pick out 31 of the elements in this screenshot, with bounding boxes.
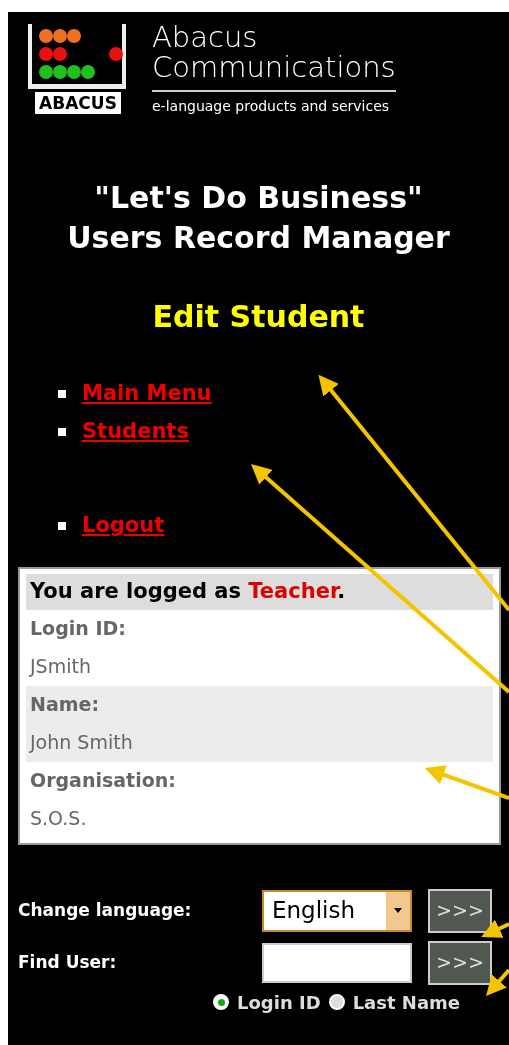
logged-in-text: You are logged as Teacher.	[26, 574, 493, 610]
field-label: Name:	[30, 692, 99, 718]
logo-wordmark: ABACUS	[35, 92, 121, 114]
language-dropdown[interactable]: English	[262, 889, 412, 932]
field-value: S.O.S.	[30, 806, 87, 832]
annotation-arrow	[481, 919, 509, 938]
radio-button[interactable]	[328, 994, 345, 1010]
company-name: Abacus Communications	[152, 22, 396, 82]
dropdown-arrow-icon	[394, 908, 402, 913]
app-title: "Let's Do Business" Users Record Manager	[66, 179, 451, 257]
find-user-label: Find User:	[18, 950, 117, 974]
page-heading: Edit Student	[151, 298, 366, 336]
bullet-icon	[58, 428, 66, 436]
tagline: e-language products and services	[152, 90, 396, 117]
menu-link[interactable]: Logout	[82, 510, 165, 542]
menu-link[interactable]: Main Menu	[82, 378, 212, 410]
language-label: Change language:	[18, 898, 192, 922]
field-value: JSmith	[30, 654, 91, 680]
find-user-go-button[interactable]: >>>	[428, 940, 492, 985]
find-user-field[interactable]	[262, 942, 412, 983]
radio-label: Last Name	[352, 990, 460, 1015]
field-value: John Smith	[30, 730, 133, 756]
radio-label: Login ID	[237, 990, 321, 1015]
annotation-arrow	[486, 968, 509, 996]
field-label: Organisation:	[30, 768, 176, 794]
field-label: Login ID:	[30, 616, 126, 642]
menu-link[interactable]: Students	[82, 416, 189, 448]
radio-button[interactable]	[213, 994, 229, 1010]
language-go-button[interactable]: >>>	[428, 888, 492, 933]
bullet-icon	[58, 522, 66, 530]
bullet-icon	[58, 390, 66, 398]
